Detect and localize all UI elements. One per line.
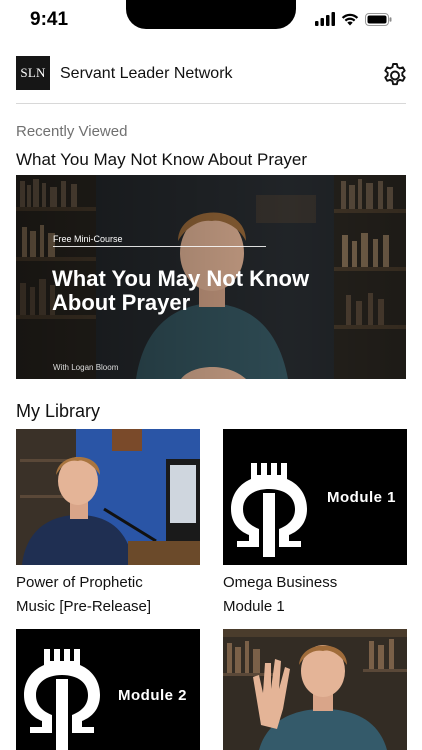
prophetic-music-caption-line1: Power of Prophetic bbox=[16, 574, 143, 591]
recently-viewed-caption: Recently Viewed bbox=[16, 123, 128, 140]
settings-button[interactable] bbox=[380, 59, 410, 89]
status-time: 9:41 bbox=[30, 9, 69, 30]
app-header: SLN Servant Leader Network bbox=[16, 56, 406, 92]
featured-rule bbox=[53, 246, 266, 247]
signal-icon bbox=[315, 12, 335, 26]
library-item-omega-module-2[interactable]: Module 2 bbox=[16, 629, 200, 750]
omega-module-1-caption-line2: Module 1 bbox=[223, 598, 285, 615]
battery-icon bbox=[365, 12, 392, 26]
module-2-thumb-label: Module 2 bbox=[118, 687, 188, 704]
featured-byline: With Logan Bloom bbox=[53, 363, 119, 372]
status-bar: 9:41 bbox=[0, 0, 422, 40]
omega-logo-icon bbox=[231, 463, 307, 557]
device-notch bbox=[126, 0, 296, 29]
prophetic-music-thumbnail bbox=[16, 429, 200, 565]
library-item-prophetic-music[interactable] bbox=[16, 429, 200, 565]
my-library-heading: My Library bbox=[16, 401, 101, 421]
module-1-thumb-label: Module 1 bbox=[327, 489, 397, 506]
status-icons bbox=[315, 11, 392, 27]
featured-headline: What You May Not Know About Prayer bbox=[52, 266, 310, 315]
omega-module-1-caption-line1: Omega Business bbox=[223, 574, 338, 591]
network-logo[interactable]: SLN bbox=[16, 56, 50, 90]
prophetic-music-caption-line2: Music [Pre-Release] bbox=[16, 598, 152, 615]
header-divider bbox=[16, 103, 406, 104]
prophetic-music-caption[interactable]: Power of Prophetic Music [Pre-Release] bbox=[16, 571, 206, 619]
library-item-omega-module-1[interactable]: Module 1 bbox=[223, 429, 407, 565]
featured-kicker: Free Mini-Course bbox=[53, 234, 123, 244]
waving-video-thumbnail bbox=[223, 629, 407, 750]
library-item-waving-video[interactable] bbox=[223, 629, 407, 750]
featured-course-card[interactable]: Free Mini-Course What You May Not Know A… bbox=[16, 175, 406, 379]
app-title: Servant Leader Network bbox=[60, 65, 233, 82]
recently-viewed-title[interactable]: What You May Not Know About Prayer bbox=[16, 150, 307, 170]
omega-module-1-caption[interactable]: Omega Business Module 1 bbox=[223, 571, 413, 619]
wifi-icon bbox=[341, 13, 359, 26]
gear-icon bbox=[384, 63, 406, 86]
omega-logo-icon bbox=[24, 649, 100, 750]
